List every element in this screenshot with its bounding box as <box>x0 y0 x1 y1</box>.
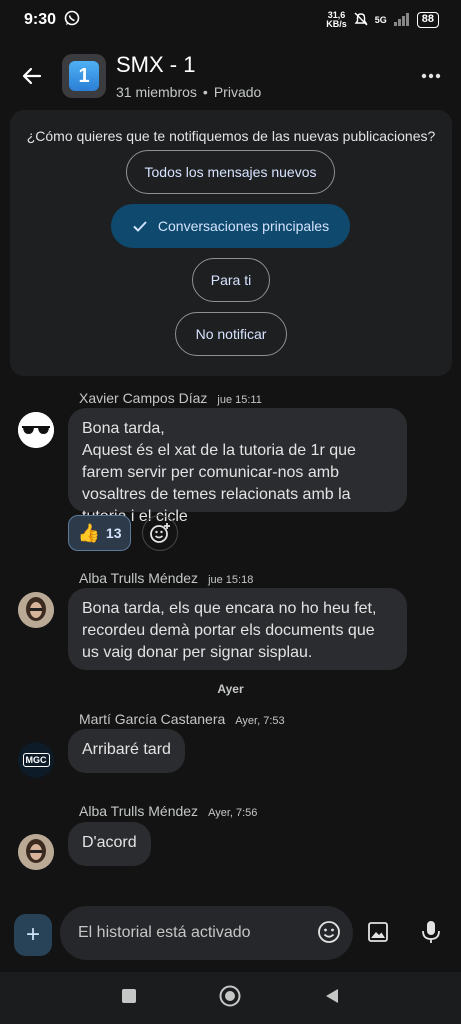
net-speed-unit: KB/s <box>326 19 347 29</box>
microphone-button[interactable] <box>420 919 442 950</box>
space-subtitle: 31 miembros • Privado <box>116 84 262 100</box>
back-button[interactable] <box>0 44 64 108</box>
member-count: 31 miembros <box>116 84 197 100</box>
sunglasses-avatar-icon <box>18 412 54 448</box>
avatar-alba[interactable] <box>18 834 54 870</box>
message-bubble[interactable]: D'acord <box>68 822 151 866</box>
emoji-button[interactable] <box>317 920 341 949</box>
triangle-back-icon <box>325 988 338 1003</box>
option-all-messages[interactable]: Todos los mensajes nuevos <box>126 150 335 194</box>
add-reaction-button[interactable] <box>142 515 178 551</box>
check-icon <box>133 221 147 232</box>
battery-indicator: 88 <box>416 12 439 28</box>
option-main-conversations[interactable]: Conversaciones principales <box>111 204 350 248</box>
message-header: Alba Trulls Méndez Ayer, 7:56 <box>79 803 257 819</box>
message-input[interactable]: El historial está activado <box>60 906 353 960</box>
reaction-count: 13 <box>105 525 122 541</box>
circle-home-icon <box>219 985 241 1006</box>
message-time: jue 15:18 <box>208 574 254 586</box>
network-type: 5G <box>374 15 387 25</box>
recents-button[interactable] <box>120 987 138 1010</box>
status-left: 9:30 <box>24 10 80 31</box>
space-title: SMX - 1 <box>116 52 196 77</box>
message-bubble[interactable]: Bona tarda, els que encara no ho heu fet… <box>68 588 407 670</box>
message-time: jue 15:11 <box>217 394 262 406</box>
image-icon <box>368 922 388 942</box>
status-bar: 9:30 31,6 KB/s 5G 88 <box>0 0 461 40</box>
day-divider: Ayer <box>217 682 244 696</box>
option-label: Conversaciones principales <box>157 218 330 234</box>
system-nav-bar <box>0 972 461 1024</box>
app-header: 1 SMX - 1 31 miembros • Privado <box>0 40 461 112</box>
message-input-placeholder: El historial está activado <box>78 924 251 941</box>
message-author[interactable]: Alba Trulls Méndez <box>79 570 198 586</box>
profile-photo-icon <box>18 592 54 628</box>
add-attachment-button[interactable]: + <box>14 914 52 956</box>
composer: + El historial está activado <box>0 906 461 962</box>
option-label: Todos los mensajes nuevos <box>144 164 317 180</box>
avatar-marti[interactable]: MGC <box>18 742 54 778</box>
whatsapp-icon <box>64 10 80 31</box>
notification-settings-card: ¿Cómo quieres que te notifiquemos de las… <box>10 110 452 376</box>
back-arrow-icon <box>22 67 42 85</box>
option-for-you[interactable]: Para ti <box>192 258 270 302</box>
more-options-button[interactable] <box>407 52 455 100</box>
message-time: Ayer, 7:53 <box>235 715 285 727</box>
notification-question: ¿Cómo quieres que te notifiquemos de las… <box>26 128 436 144</box>
privacy-label: Privado <box>213 84 262 100</box>
mute-icon <box>353 11 369 29</box>
emoji-icon <box>318 921 340 943</box>
space-avatar[interactable]: 1 <box>62 54 106 98</box>
signal-icon <box>393 12 411 28</box>
microphone-icon <box>422 921 440 943</box>
avatar-alba[interactable] <box>18 592 54 628</box>
add-emoji-icon <box>150 523 170 543</box>
message-author[interactable]: Alba Trulls Méndez <box>79 803 198 819</box>
more-icon <box>421 73 441 79</box>
keycap-one-icon: 1 <box>69 61 99 91</box>
square-icon <box>122 988 137 1003</box>
message-header: Xavier Campos Díaz jue 15:11 <box>79 390 262 406</box>
home-button[interactable] <box>218 984 242 1013</box>
message-bubble[interactable]: Arribaré tard <box>68 729 185 773</box>
header-text[interactable]: SMX - 1 31 miembros • Privado <box>116 52 407 100</box>
option-no-notify[interactable]: No notificar <box>175 312 287 356</box>
profile-photo-icon <box>18 834 54 870</box>
back-nav-button[interactable] <box>323 987 341 1010</box>
reaction-chip[interactable]: 👍 13 <box>68 515 131 551</box>
message-header: Martí García Castanera Ayer, 7:53 <box>79 711 285 727</box>
message-time: Ayer, 7:56 <box>208 807 258 819</box>
thumbs-up-icon: 👍 <box>77 522 100 543</box>
status-right: 31,6 KB/s 5G 88 <box>326 11 439 29</box>
option-label: Para ti <box>210 272 252 288</box>
image-button[interactable] <box>366 920 390 949</box>
avatar-xavier[interactable] <box>18 412 54 448</box>
message-author[interactable]: Martí García Castanera <box>79 711 225 727</box>
avatar-initials: MGC <box>22 753 50 767</box>
message-header: Alba Trulls Méndez jue 15:18 <box>79 570 253 586</box>
clock: 9:30 <box>24 11 57 28</box>
message-author[interactable]: Xavier Campos Díaz <box>79 390 207 406</box>
net-speed: 31,6 KB/s <box>326 11 347 29</box>
message-bubble[interactable]: Bona tarda, Aquest és el xat de la tutor… <box>68 408 407 525</box>
option-label: No notificar <box>195 326 267 342</box>
